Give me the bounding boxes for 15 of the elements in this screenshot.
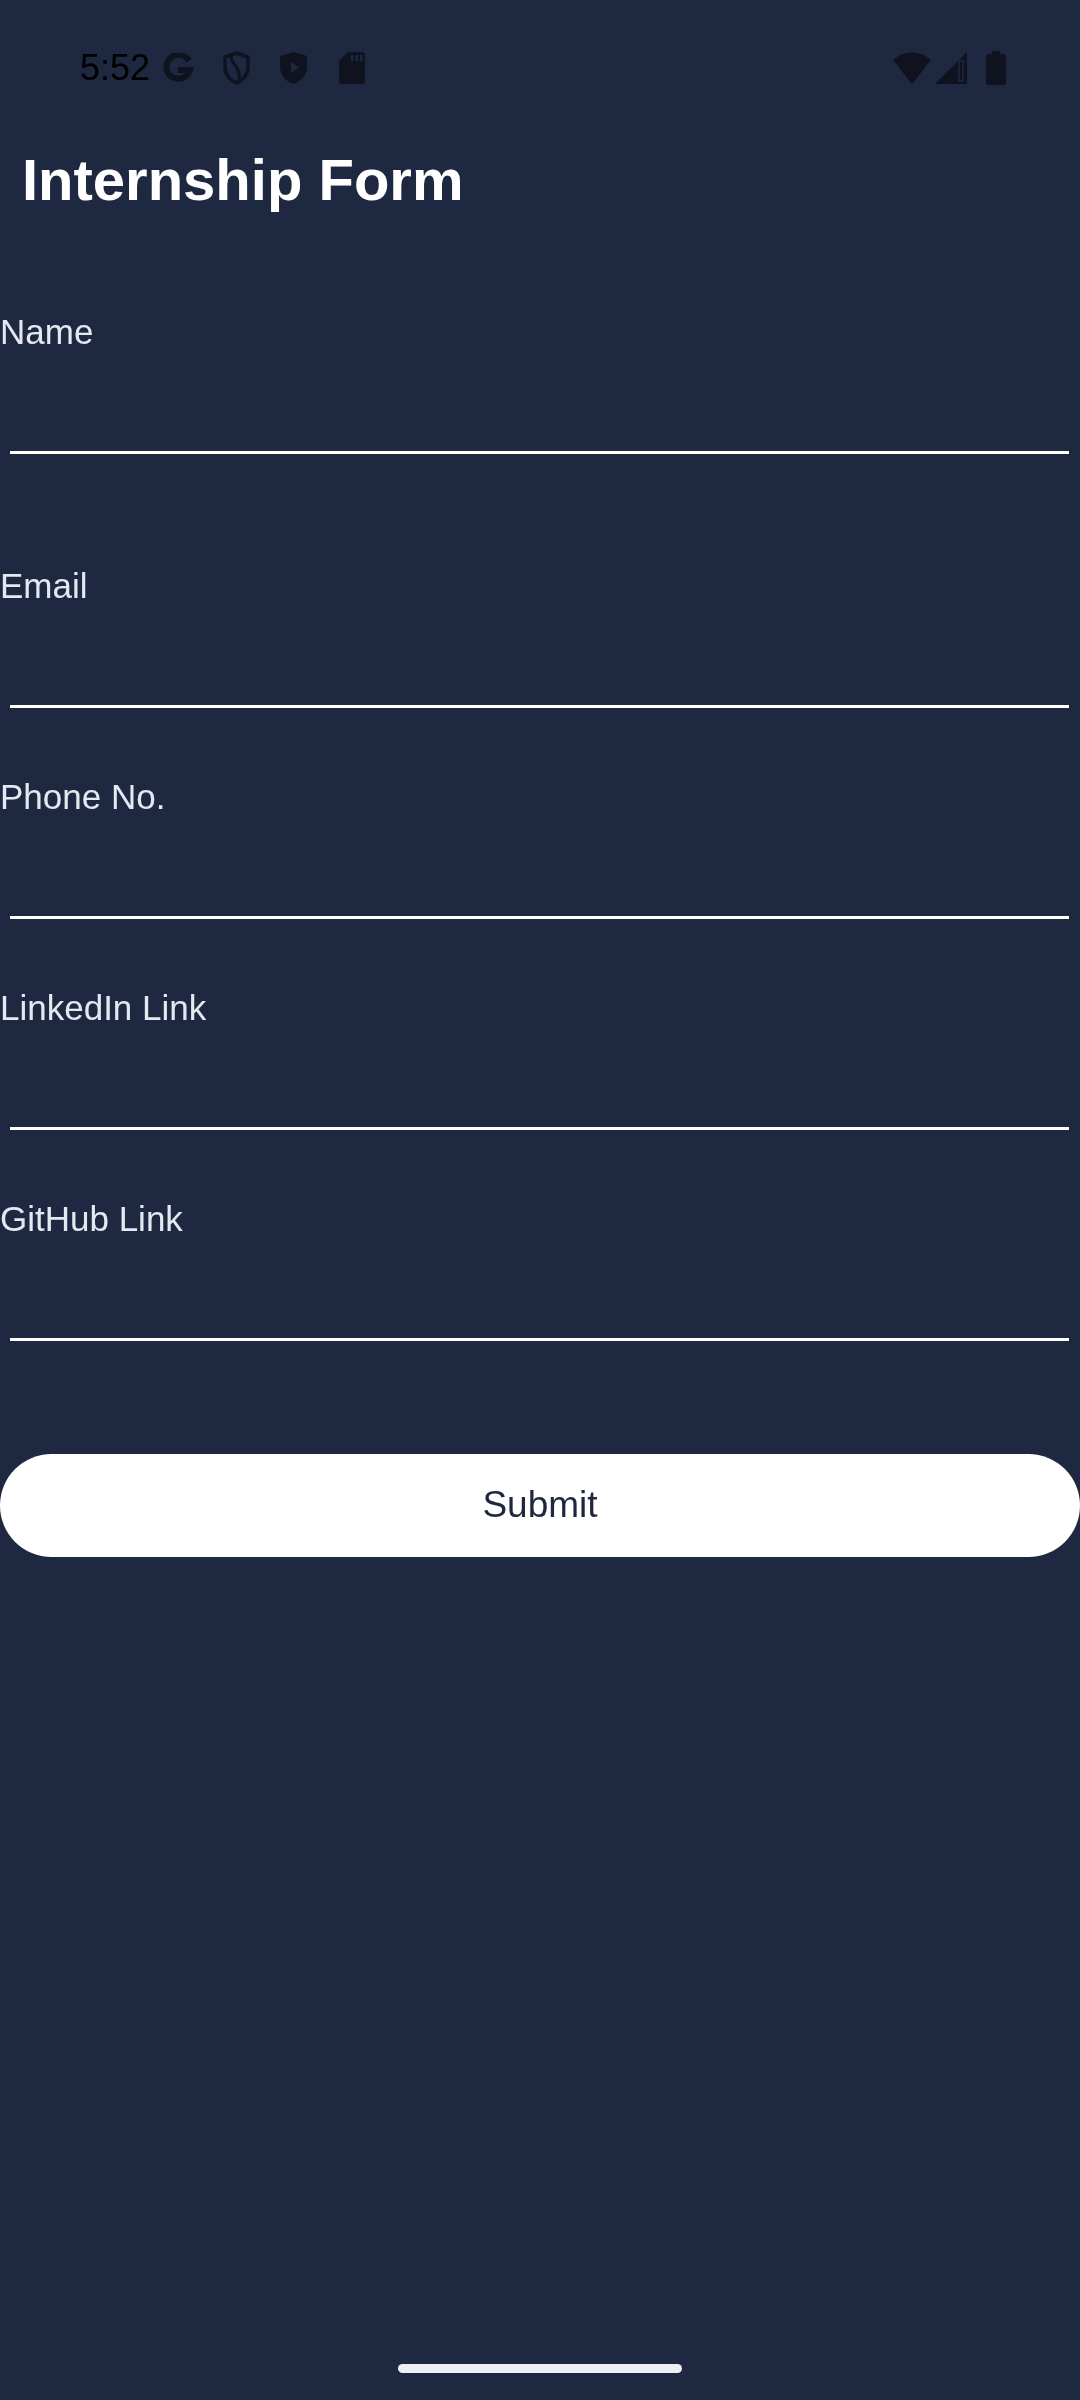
field-label: LinkedIn Link: [0, 986, 207, 1029]
signal-icon: [935, 52, 967, 84]
status-time: 5:52: [80, 50, 151, 86]
field-label: GitHub Link: [0, 1197, 183, 1240]
letter-g-icon: [162, 53, 195, 83]
wifi-icon: [893, 52, 931, 84]
form-title: Internship Form: [21, 146, 464, 214]
battery-icon: [986, 51, 1006, 85]
field-label: Name: [0, 310, 94, 353]
submit-button[interactable]: Submit: [0, 1453, 1080, 1557]
shield-play-icon: [279, 51, 309, 85]
field-label: Phone No.: [0, 775, 166, 818]
field-label: Email: [0, 564, 88, 607]
shield-icon: [222, 51, 252, 85]
sd-card-icon: [339, 52, 366, 84]
